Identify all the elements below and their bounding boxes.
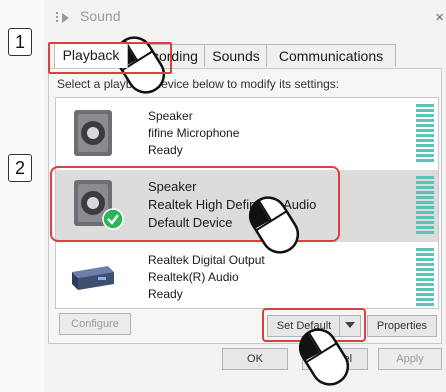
set-default-highlight	[262, 308, 366, 342]
window-title: Sound	[80, 8, 121, 24]
tab-sounds[interactable]: Sounds	[204, 44, 268, 67]
digital-output-icon	[72, 266, 114, 290]
step-1-callout: 1	[8, 28, 32, 56]
device-driver: Realtek(R) Audio	[148, 270, 239, 284]
device-name: Speaker	[148, 109, 193, 123]
step-2-callout: 2	[8, 154, 32, 182]
device-status: Ready	[148, 143, 183, 157]
configure-button[interactable]: Configure	[59, 313, 131, 335]
playback-tab-highlight	[48, 42, 172, 74]
device-item-fifine-speaker[interactable]: Speaker fifine Microphone Ready	[56, 98, 438, 170]
close-icon[interactable]: ×	[435, 9, 444, 26]
ok-button[interactable]: OK	[222, 348, 288, 370]
cancel-button[interactable]: Cancel	[302, 348, 368, 370]
device-name: Realtek Digital Output	[148, 253, 265, 267]
volume-meter	[416, 248, 434, 308]
speaker-icon	[56, 12, 69, 23]
properties-button[interactable]: Properties	[367, 315, 437, 337]
speaker-device-icon	[74, 110, 112, 156]
title-bar: Sound ×	[44, 0, 446, 40]
instruction-text: Select a playback device below to modify…	[57, 77, 340, 91]
volume-meter	[416, 176, 434, 236]
device-status: Ready	[148, 287, 183, 301]
selected-device-highlight	[50, 166, 340, 242]
volume-meter	[416, 104, 434, 164]
device-driver: fifine Microphone	[148, 126, 240, 140]
device-item-digital-output[interactable]: Realtek Digital Output Realtek(R) Audio …	[56, 242, 438, 308]
tab-communications[interactable]: Communications	[266, 44, 396, 67]
apply-button[interactable]: Apply	[378, 348, 442, 370]
